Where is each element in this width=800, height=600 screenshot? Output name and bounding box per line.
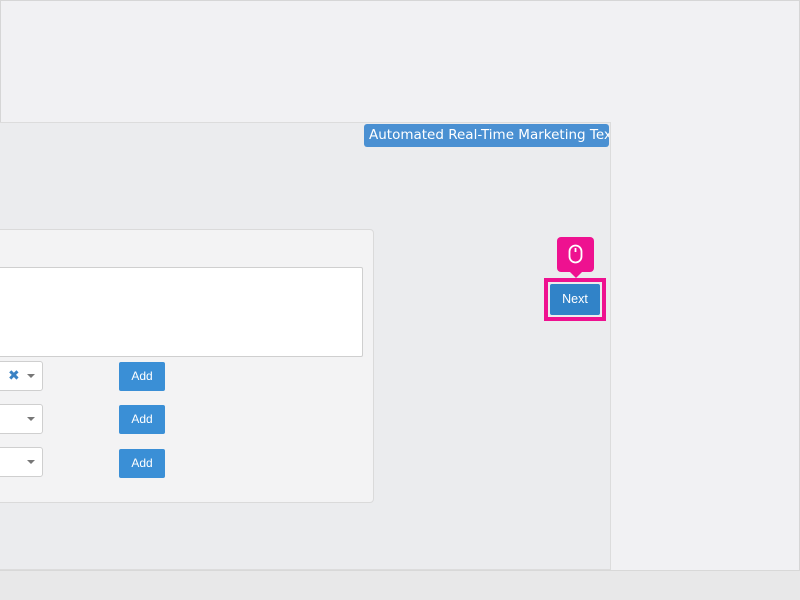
chevron-down-icon: [27, 460, 35, 464]
select-row-3[interactable]: [0, 447, 43, 477]
panel-title-badge: Automated Real-Time Marketing Text: [364, 124, 609, 147]
mouse-icon: [568, 244, 583, 264]
message-textarea[interactable]: [0, 267, 363, 357]
clear-icon[interactable]: ✖: [8, 366, 20, 386]
click-hint-tooltip: [557, 237, 594, 278]
next-button[interactable]: Next: [550, 284, 600, 315]
add-button-row-1[interactable]: Add: [119, 362, 165, 391]
chevron-down-icon: [27, 417, 35, 421]
bottom-bar: [0, 570, 800, 600]
add-button-row-2[interactable]: Add: [119, 405, 165, 434]
chevron-down-icon: [27, 374, 35, 378]
select-row-1[interactable]: ✖: [0, 361, 43, 391]
select-row-2[interactable]: [0, 404, 43, 434]
add-button-row-3[interactable]: Add: [119, 449, 165, 478]
